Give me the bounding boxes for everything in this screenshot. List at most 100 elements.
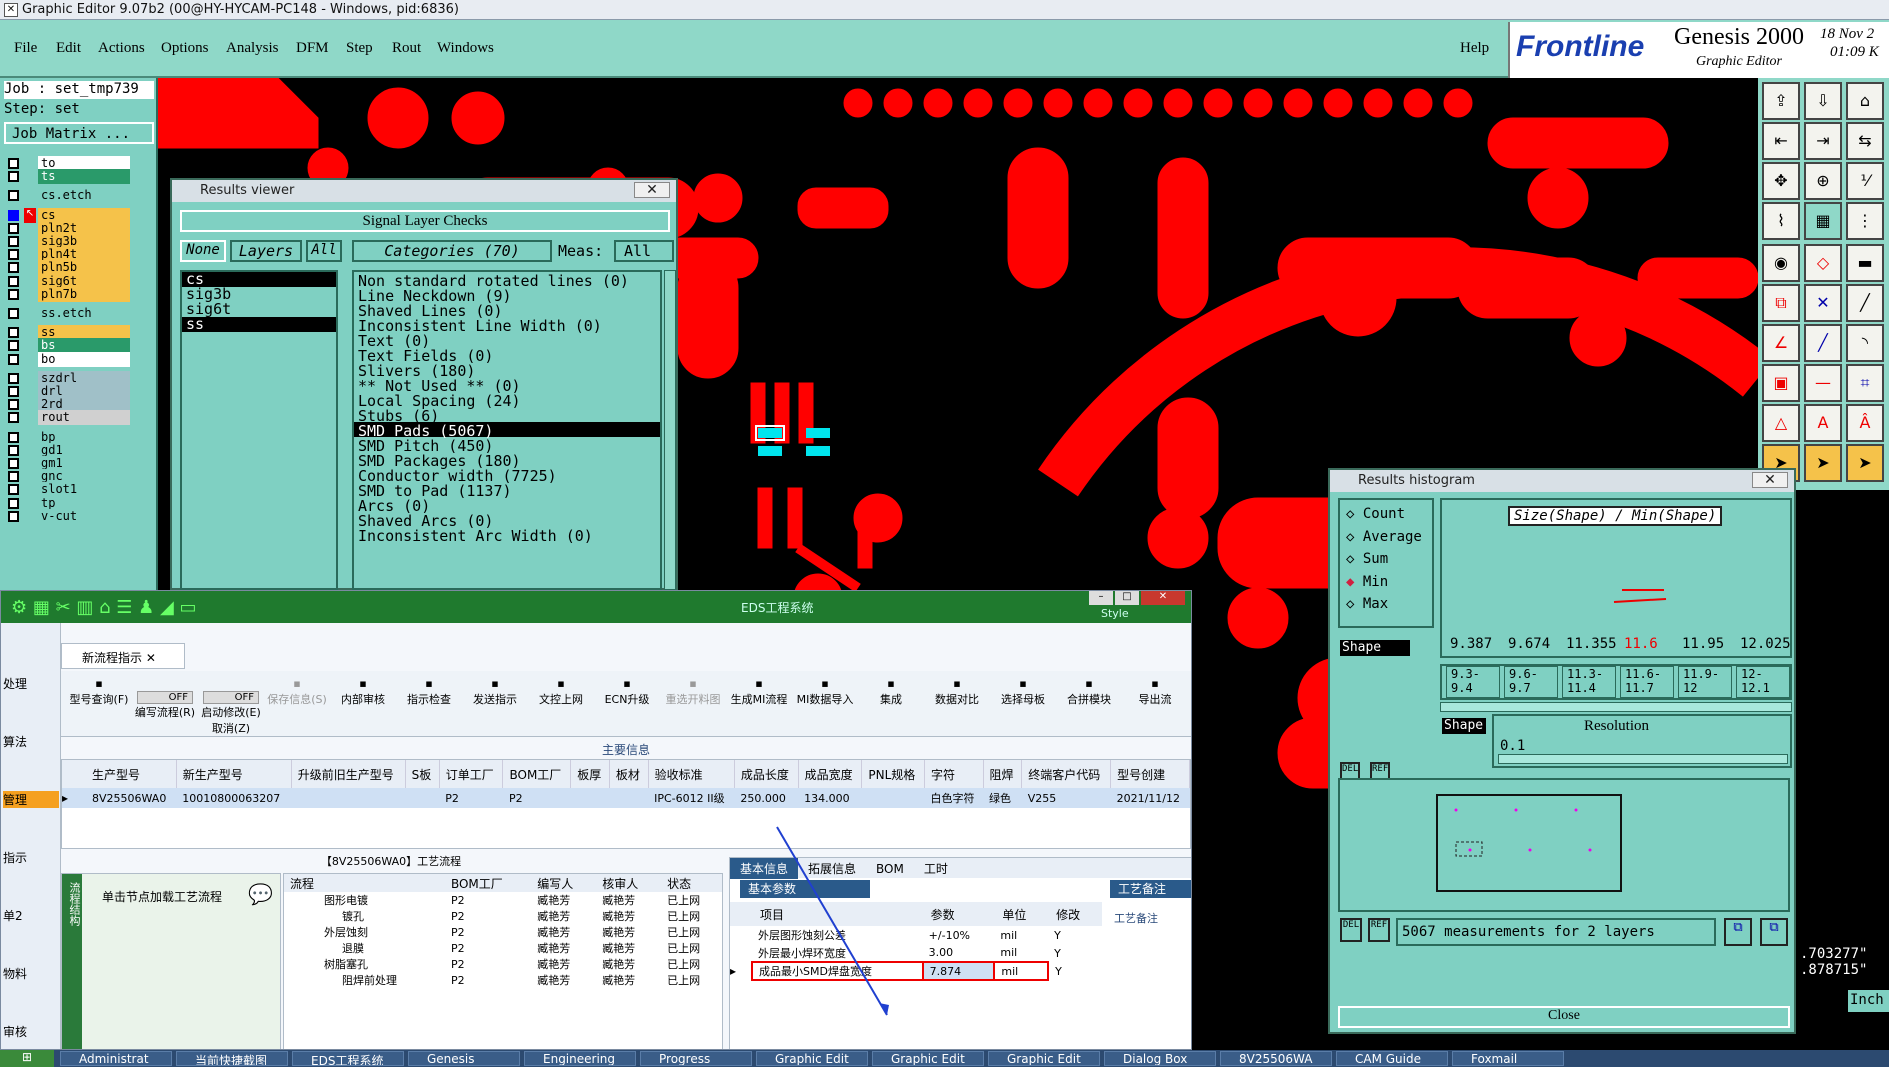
menu-edit[interactable]: Edit (56, 40, 81, 57)
menu-rout[interactable]: Rout (392, 40, 421, 57)
category-list[interactable]: Non standard rotated lines (0) Line Neckd… (352, 270, 662, 590)
resize-icon[interactable]: ⌗ (1846, 364, 1884, 402)
shape-icon[interactable]: ◇ (1804, 244, 1842, 282)
taskbar-item[interactable]: Progress (640, 1051, 752, 1066)
layer-checkbox[interactable] (8, 353, 19, 365)
pad-icon[interactable]: ▣ (1762, 364, 1800, 402)
menu-step[interactable]: Step (346, 40, 373, 57)
layer-checkbox[interactable] (8, 262, 19, 274)
layer-checkbox[interactable] (8, 275, 19, 287)
menu-analysis[interactable]: Analysis (226, 40, 279, 57)
layer-checkbox[interactable] (8, 249, 19, 261)
ruler-icon[interactable]: ▬ (1846, 244, 1884, 282)
fit-icon[interactable]: ✥ (1762, 162, 1800, 200)
layer-row[interactable]: ss.etch (6, 306, 130, 321)
layer-checkbox[interactable] (8, 288, 19, 300)
menu-help[interactable]: Help (1460, 40, 1489, 57)
unit-button[interactable]: Inch (1848, 990, 1889, 1012)
cursor3-icon[interactable]: ➤ (1846, 444, 1884, 482)
layer-checkbox[interactable] (8, 497, 19, 509)
start-button[interactable]: ⊞ (0, 1050, 54, 1067)
del-button-2[interactable]: DEL (1340, 918, 1362, 942)
taskbar-item[interactable]: Graphic Edit (756, 1051, 868, 1066)
layer-checkbox[interactable] (8, 158, 19, 169)
category-item[interactable]: Text Fields (0) (354, 347, 660, 365)
radio-option[interactable]: ◆ Min (1346, 574, 1388, 590)
category-item[interactable]: Shaved Arcs (0) (354, 512, 660, 530)
job-matrix-button[interactable]: Job Matrix ... (4, 122, 154, 144)
zoom2-icon[interactable]: ⧉ (1760, 918, 1788, 946)
taskbar-item[interactable]: EDS工程系统 (292, 1051, 404, 1066)
layer-row[interactable]: ts (6, 169, 130, 185)
snap-icon[interactable]: ⋮ (1846, 202, 1884, 240)
layer-checkbox[interactable] (8, 340, 19, 352)
cross-icon[interactable]: ✕ (1804, 284, 1842, 322)
camera-icon[interactable]: ◉ (1762, 244, 1800, 282)
category-item[interactable]: SMD Pitch (450) (354, 437, 660, 455)
home-icon[interactable]: ⌂ (1846, 82, 1884, 120)
radio-option[interactable]: ◇ Max (1346, 596, 1388, 612)
shape-item[interactable]: Shape (1340, 640, 1410, 656)
layer-checkbox[interactable] (8, 372, 19, 384)
minus-icon[interactable]: — (1804, 364, 1842, 402)
layer-row[interactable]: rout (6, 410, 130, 426)
histogram-close-button[interactable]: Close (1338, 1006, 1790, 1028)
ref-button-2[interactable]: REF (1368, 918, 1390, 942)
layers-none-button[interactable]: None (180, 240, 226, 262)
flip-icon[interactable]: ⇆ (1846, 122, 1884, 160)
layer-checkbox[interactable] (8, 458, 19, 469)
layers-all-button[interactable]: All (306, 240, 342, 262)
taskbar-item[interactable]: Engineering (524, 1051, 636, 1066)
line-icon[interactable]: ╱ (1846, 284, 1884, 322)
taskbar-item[interactable]: Genesis (408, 1051, 520, 1066)
layer-checkbox[interactable] (8, 190, 19, 202)
layer-row[interactable]: cs.etch (6, 188, 130, 204)
menu-file[interactable]: File (14, 40, 37, 57)
pan-left-icon[interactable]: ⇤ (1762, 122, 1800, 160)
radio-option[interactable]: ◇ Sum (1346, 551, 1388, 567)
scale-icon[interactable]: ⅟ (1846, 162, 1884, 200)
category-item[interactable]: SMD Pads (5067) (354, 422, 660, 440)
cursor2-icon[interactable]: ➤ (1804, 444, 1842, 482)
layer-checkbox[interactable] (8, 444, 19, 456)
category-item[interactable]: Local Spacing (24) (354, 392, 660, 410)
draw-line-icon[interactable]: ∠ (1762, 324, 1800, 362)
close-icon[interactable]: ✕ (634, 182, 670, 198)
taskbar-item[interactable]: 当前快捷截图 (176, 1051, 288, 1066)
resolution-value[interactable]: 0.1 (1500, 738, 1525, 754)
taskbar-item[interactable]: Foxmail (1452, 1051, 1564, 1066)
layer-checkbox[interactable] (8, 222, 19, 234)
category-item[interactable]: Conductor width (7725) (354, 467, 660, 485)
category-item[interactable]: Inconsistent Arc Width (0) (354, 527, 660, 545)
save-icon[interactable]: ⇪ (1762, 82, 1800, 120)
taskbar-item[interactable]: CAM Guide (1336, 1051, 1448, 1066)
result-layer-item[interactable]: sig6t (182, 302, 336, 317)
result-layer-item[interactable]: ss (182, 317, 336, 332)
slash-icon[interactable]: ╱ (1804, 324, 1842, 362)
layer-checkbox[interactable] (8, 484, 19, 496)
taskbar-item[interactable]: Dialog Box (1104, 1051, 1216, 1066)
menu-windows[interactable]: Windows (437, 40, 494, 57)
measure-icon[interactable]: ⌇ (1762, 202, 1800, 240)
grid-icon[interactable]: ▦ (1804, 202, 1842, 240)
category-item[interactable]: Slivers (180) (354, 362, 660, 380)
layer-row[interactable]: pln7b (6, 286, 130, 302)
layer-checkbox[interactable] (8, 308, 19, 319)
menu-options[interactable]: Options (161, 40, 209, 57)
histogram-close-icon[interactable]: ✕ (1752, 472, 1788, 488)
radio-option[interactable]: ◇ Count (1346, 506, 1405, 522)
layer-results-list[interactable]: cs sig3b sig6t ss (180, 270, 338, 590)
layer-checkbox[interactable] (8, 471, 19, 483)
load-icon[interactable]: ⇩ (1804, 82, 1842, 120)
category-item[interactable]: SMD Packages (180) (354, 452, 660, 470)
histogram-scrollbar[interactable] (1440, 702, 1792, 712)
layer-checkbox[interactable] (8, 510, 19, 522)
arc-icon[interactable]: ◝ (1846, 324, 1884, 362)
center-icon[interactable]: ⊕ (1804, 162, 1842, 200)
meas-select[interactable]: All (614, 240, 674, 262)
layer-checkbox[interactable] (8, 412, 19, 424)
layer-checkbox[interactable] (8, 236, 19, 247)
zoom-icon[interactable]: ⧉ (1724, 918, 1752, 946)
taskbar-item[interactable]: Administrat (60, 1051, 172, 1066)
layer-checkbox[interactable] (8, 209, 19, 221)
